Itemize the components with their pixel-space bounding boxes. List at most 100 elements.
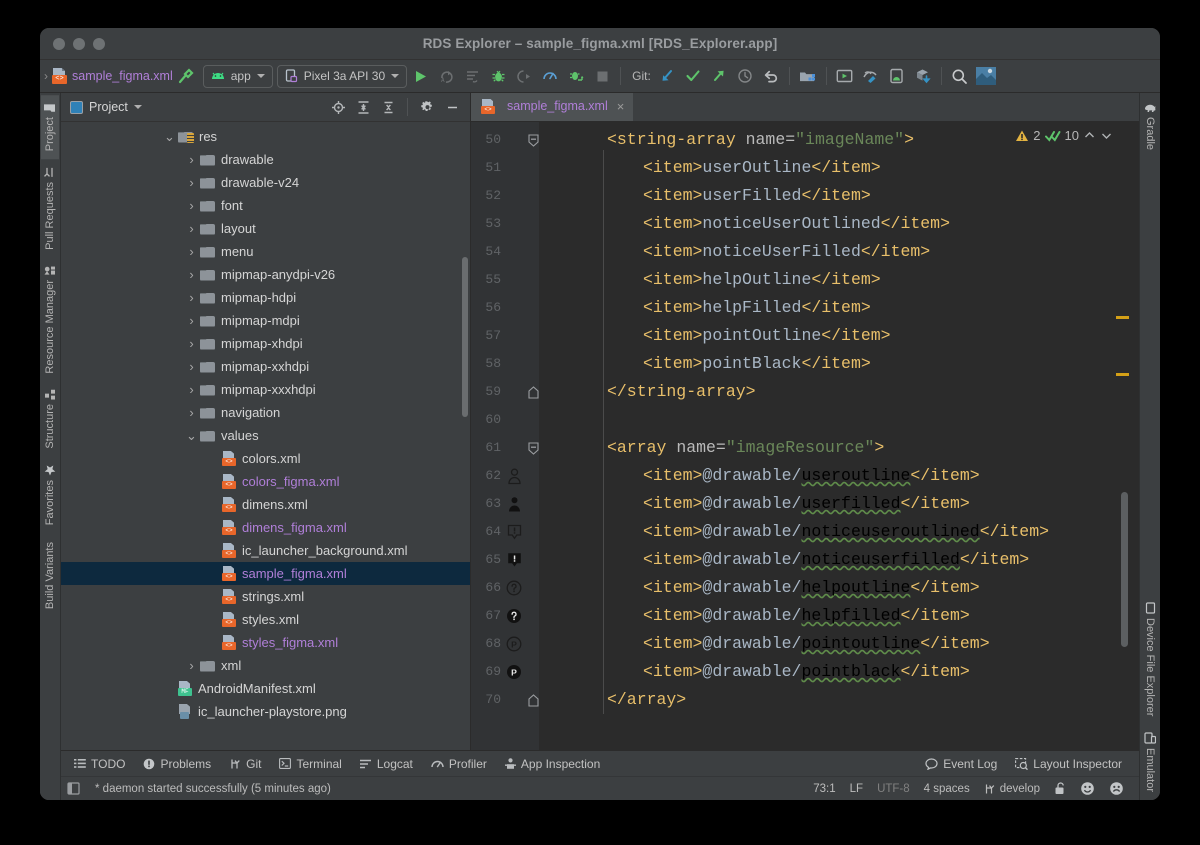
editor-gutter[interactable]: 50 51 52 53 54 55 56 57 58 59 60 61 62 63 64 65 66 67 68 P 6… [471,122,539,750]
tree-node[interactable]: MF AndroidManifest.xml [61,677,470,700]
attach-debugger-icon[interactable] [511,64,537,88]
git-commit-icon[interactable] [680,64,706,88]
chevron-right-icon[interactable]: › [185,313,198,328]
history-icon[interactable] [732,64,758,88]
tree-node[interactable]: <> dimens_figma.xml [61,516,470,539]
hide-panel-icon[interactable] [441,97,463,118]
help-filled-icon[interactable] [504,602,524,630]
run-icon[interactable] [407,64,433,88]
tree-node[interactable]: › xml [61,654,470,677]
tree-node[interactable]: › mipmap-hdpi [61,286,470,309]
tool-event-log[interactable]: Event Log [916,757,1006,771]
indent-setting[interactable]: 4 spaces [917,783,977,795]
tree-node[interactable]: <> colors_figma.xml [61,470,470,493]
close-window-button[interactable] [53,37,65,50]
sidebar-item-resource-manager[interactable]: Resource Manager [41,258,59,382]
project-tree[interactable]: ⌄ res › drawable › drawable-v24 › font › layout › m… [61,122,470,750]
notice-filled-icon[interactable] [504,546,524,574]
chevron-right-icon[interactable]: › [185,244,198,259]
warning-marker[interactable] [1116,316,1129,319]
settings-gear-icon[interactable] [416,97,438,118]
tree-node[interactable]: › font [61,194,470,217]
tree-node[interactable]: <> strings.xml [61,585,470,608]
caret-position[interactable]: 73:1 [806,783,842,795]
expand-all-icon[interactable] [352,97,374,118]
device-selector[interactable]: Pixel 3a API 30 [276,64,408,88]
code-line[interactable]: <item>noticeUserOutlined</item> [643,210,950,238]
chevron-right-icon[interactable]: › [185,198,198,213]
tree-node[interactable]: › menu [61,240,470,263]
sidebar-item-gradle[interactable]: Gradle [1141,95,1159,158]
status-icon[interactable] [67,782,88,795]
run-with-coverage-icon[interactable] [563,64,589,88]
code-line[interactable]: <item>userFilled</item> [643,182,871,210]
tree-node[interactable]: › mipmap-xhdpi [61,332,470,355]
tree-node[interactable]: › layout [61,217,470,240]
chevron-up-icon[interactable] [1083,129,1096,142]
editor-marker-track[interactable] [1113,122,1129,750]
code-line[interactable]: <item>@drawable/noticeuserfilled</item> [643,546,1029,574]
tree-node[interactable]: <> colors.xml [61,447,470,470]
inspection-widget[interactable]: 2 10 [1015,128,1113,143]
tool-git[interactable]: Git [220,757,270,771]
tool-terminal[interactable]: Terminal [270,757,350,771]
tree-node[interactable]: ⌄ res [61,125,470,148]
code-line[interactable]: </array> [607,686,686,714]
code-line[interactable]: <item>@drawable/pointblack</item> [643,658,970,686]
unlocked-icon[interactable] [1047,782,1073,795]
code-line[interactable]: <item>@drawable/noticeuseroutlined</item… [643,518,1049,546]
build-hammer-icon[interactable] [173,64,199,88]
code-line[interactable]: <item>noticeUserFilled</item> [643,238,930,266]
point-outline-icon[interactable]: P [504,630,524,658]
close-icon[interactable]: × [617,99,625,114]
tree-node[interactable]: › drawable [61,148,470,171]
tool-todo[interactable]: TODO [65,757,134,771]
code-line[interactable]: <item>pointBlack</item> [643,350,871,378]
line-separator[interactable]: LF [843,783,870,795]
collapse-all-icon[interactable] [377,97,399,118]
sidebar-item-pull-requests[interactable]: Pull Requests [41,159,59,258]
search-everywhere-icon[interactable] [947,64,973,88]
code-line[interactable]: <item>@drawable/userfilled</item> [643,490,970,518]
tree-node[interactable]: › mipmap-xxhdpi [61,355,470,378]
select-opened-file-icon[interactable] [327,97,349,118]
sdk-download-icon[interactable] [910,64,936,88]
tree-node[interactable]: › drawable-v24 [61,171,470,194]
tool-problems[interactable]: Problems [134,757,220,771]
sidebar-item-device-file-explorer[interactable]: Device File Explorer [1141,594,1159,724]
happy-face-icon[interactable] [1073,781,1102,796]
tool-logcat[interactable]: Logcat [351,757,422,771]
code-line[interactable]: <item>@drawable/helpoutline</item> [643,574,980,602]
project-structure-icon[interactable] [795,64,821,88]
device-manager-icon[interactable] [884,64,910,88]
tool-profiler[interactable]: Profiler [422,757,496,771]
chevron-down-icon[interactable]: ⌄ [185,429,198,442]
tab-sample-figma-xml[interactable]: <> sample_figma.xml × [471,93,634,121]
chevron-right-icon[interactable]: › [185,175,198,190]
code-line[interactable]: <item>helpOutline</item> [643,266,881,294]
tree-node[interactable]: › mipmap-anydpi-v26 [61,263,470,286]
minimize-window-button[interactable] [73,37,85,50]
notice-outline-icon[interactable] [504,518,524,546]
chevron-right-icon[interactable]: › [185,382,198,397]
chevron-right-icon[interactable]: › [185,336,198,351]
git-update-icon[interactable] [654,64,680,88]
apply-changes-icon[interactable]: A [433,64,459,88]
tree-node-selected[interactable]: <> sample_figma.xml [61,562,470,585]
fold-end-icon[interactable] [527,378,539,406]
chevron-right-icon[interactable]: › [185,359,198,374]
stop-icon[interactable] [589,64,615,88]
chevron-right-icon[interactable]: › [185,658,198,673]
code-line[interactable]: <item>@drawable/useroutline</item> [643,462,980,490]
sidebar-item-favorites[interactable]: Favorites [41,456,59,533]
point-filled-icon[interactable]: P [504,658,524,686]
person-outline-icon[interactable] [504,462,524,490]
tree-node[interactable]: <> styles.xml [61,608,470,631]
project-tree-scrollbar[interactable] [462,257,468,417]
user-avatar[interactable] [973,64,999,88]
tree-node[interactable]: › mipmap-xxxhdpi [61,378,470,401]
file-encoding[interactable]: UTF-8 [870,783,917,795]
sidebar-item-structure[interactable]: Structure [41,382,59,457]
apply-code-changes-icon[interactable] [459,64,485,88]
code-line[interactable]: <string-array name="imageName"> [607,126,914,154]
